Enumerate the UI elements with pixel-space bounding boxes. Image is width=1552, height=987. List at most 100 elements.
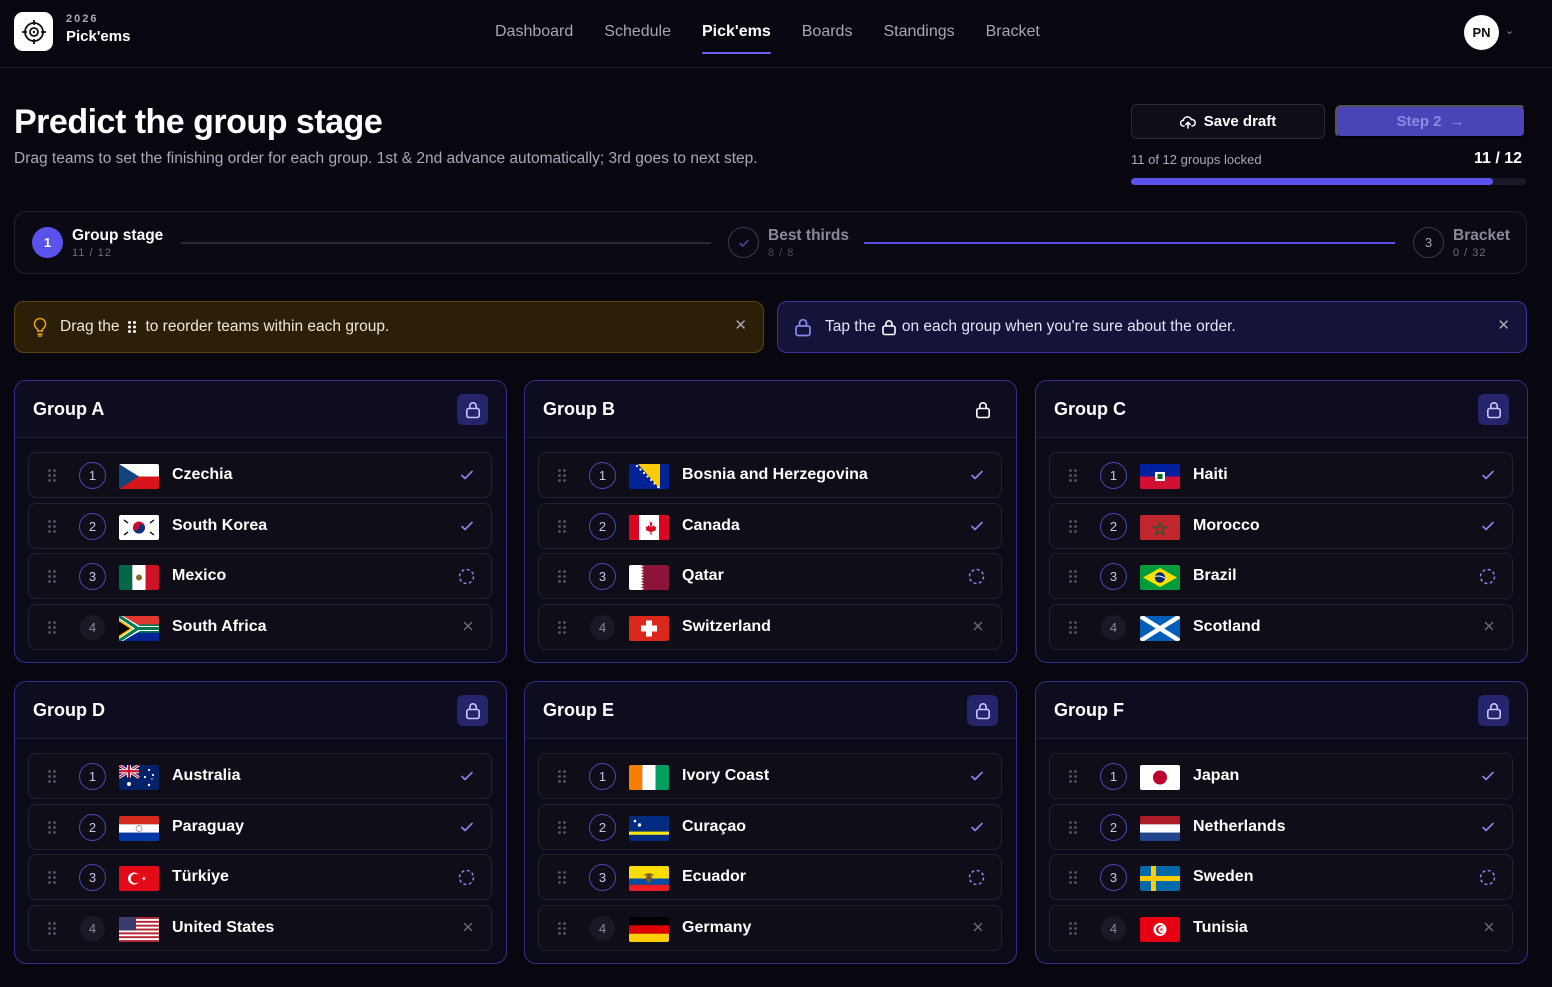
drag-handle[interactable] [557, 921, 567, 941]
drag-handle-icon[interactable] [557, 468, 567, 483]
drag-handle[interactable] [1068, 870, 1078, 890]
drag-handle-icon[interactable] [1068, 870, 1078, 885]
team-row[interactable]: 1 Bosnia and Herzegovina [538, 452, 1002, 498]
drag-handle-icon[interactable] [557, 620, 567, 635]
drag-handle-icon[interactable] [47, 620, 57, 635]
team-row[interactable]: 3 Mexico [28, 553, 492, 599]
team-row[interactable]: 3 Sweden [1049, 854, 1513, 900]
team-row[interactable]: 4 Scotland [1049, 603, 1513, 650]
drag-handle[interactable] [1068, 620, 1078, 640]
drag-handle-icon[interactable] [47, 769, 57, 784]
drag-handle-icon[interactable] [47, 870, 57, 885]
drag-handle-icon[interactable] [557, 921, 567, 936]
step-2-check[interactable] [728, 227, 759, 258]
team-row[interactable]: 4 Tunisia [1049, 904, 1513, 951]
team-row[interactable]: 3 Qatar [538, 553, 1002, 599]
drag-handle-icon[interactable] [47, 468, 57, 483]
nav-bracket[interactable]: Bracket [986, 0, 1040, 68]
drag-handle[interactable] [557, 820, 567, 840]
drag-handle-icon[interactable] [557, 820, 567, 835]
lock-group-button[interactable] [457, 695, 488, 726]
nav-dashboard[interactable]: Dashboard [495, 0, 573, 68]
team-row[interactable]: 1 Haiti [1049, 452, 1513, 498]
drag-handle-icon[interactable] [47, 519, 57, 534]
chevron-down-icon[interactable]: ⌄ [1505, 24, 1514, 37]
drag-handle-icon[interactable] [1068, 519, 1078, 534]
unlock-group-button[interactable] [967, 394, 998, 425]
team-row[interactable]: 4 United States [28, 904, 492, 951]
step-3-label[interactable]: Bracket [1453, 227, 1510, 245]
team-row[interactable]: 3 Türkiye [28, 854, 492, 900]
drag-handle[interactable] [47, 870, 57, 890]
step-connector-2 [864, 242, 1395, 244]
drag-handle-icon[interactable] [1068, 569, 1078, 584]
team-row[interactable]: 2 Curaçao [538, 803, 1002, 850]
team-row[interactable]: 4 Germany [538, 904, 1002, 951]
step-3-number[interactable]: 3 [1413, 227, 1444, 258]
team-row[interactable]: 3 Brazil [1049, 553, 1513, 599]
drag-handle[interactable] [557, 569, 567, 589]
nav-standings[interactable]: Standings [883, 0, 954, 68]
step-1-number[interactable]: 1 [32, 227, 63, 258]
drag-handle[interactable] [557, 468, 567, 488]
user-avatar[interactable]: PN [1464, 15, 1499, 50]
drag-handle-icon[interactable] [557, 870, 567, 885]
drag-handle[interactable] [557, 519, 567, 539]
drag-handle[interactable] [47, 569, 57, 589]
team-row[interactable]: 2 Canada [538, 502, 1002, 549]
drag-handle-icon[interactable] [557, 769, 567, 784]
nav-boards[interactable]: Boards [802, 0, 853, 68]
step-1-label[interactable]: Group stage [72, 227, 163, 245]
drag-handle-icon[interactable] [1068, 620, 1078, 635]
team-row[interactable]: 3 Ecuador [538, 854, 1002, 900]
drag-handle[interactable] [1068, 820, 1078, 840]
team-row[interactable]: 2 Morocco [1049, 502, 1513, 549]
drag-handle[interactable] [557, 620, 567, 640]
step-2-label[interactable]: Best thirds [768, 227, 849, 245]
drag-handle[interactable] [1068, 569, 1078, 589]
drag-handle-icon[interactable] [1068, 921, 1078, 936]
drag-handle[interactable] [47, 468, 57, 488]
team-row[interactable]: 2 South Korea [28, 502, 492, 549]
team-row[interactable]: 1 Ivory Coast [538, 753, 1002, 799]
app-logo[interactable] [14, 12, 53, 51]
drag-handle[interactable] [1068, 519, 1078, 539]
team-row[interactable]: 2 Paraguay [28, 803, 492, 850]
team-row[interactable]: 1 Czechia [28, 452, 492, 498]
save-draft-button[interactable]: Save draft [1131, 104, 1325, 139]
drag-handle-icon[interactable] [47, 569, 57, 584]
nav-pickems[interactable]: Pick'ems [702, 0, 771, 68]
drag-handle[interactable] [47, 620, 57, 640]
team-row[interactable]: 4 Switzerland [538, 603, 1002, 650]
drag-handle-icon[interactable] [557, 569, 567, 584]
drag-handle[interactable] [47, 519, 57, 539]
drag-handle-icon[interactable] [1068, 820, 1078, 835]
drag-handle[interactable] [47, 921, 57, 941]
drag-handle-icon[interactable] [47, 820, 57, 835]
close-icon[interactable]: ✕ [734, 316, 747, 334]
drag-handle-icon[interactable] [1068, 468, 1078, 483]
nav-schedule[interactable]: Schedule [604, 0, 671, 68]
close-icon[interactable]: ✕ [1497, 316, 1510, 334]
drag-handle-icon[interactable] [557, 519, 567, 534]
lock-group-button[interactable] [1478, 394, 1509, 425]
team-row[interactable]: 1 Japan [1049, 753, 1513, 799]
lock-group-button[interactable] [1478, 695, 1509, 726]
lock-icon [975, 702, 990, 719]
drag-handle[interactable] [557, 769, 567, 789]
drag-handle[interactable] [1068, 769, 1078, 789]
lock-group-button[interactable] [457, 394, 488, 425]
lock-group-button[interactable] [967, 695, 998, 726]
team-row[interactable]: 1 Australia [28, 753, 492, 799]
drag-handle-icon[interactable] [1068, 769, 1078, 784]
drag-handle[interactable] [47, 820, 57, 840]
team-row[interactable]: 4 South Africa [28, 603, 492, 650]
pending-circle-icon [458, 568, 475, 585]
drag-handle[interactable] [557, 870, 567, 890]
drag-handle[interactable] [1068, 468, 1078, 488]
drag-handle[interactable] [1068, 921, 1078, 941]
step-2-button[interactable]: Step 2 → [1335, 105, 1526, 138]
drag-handle[interactable] [47, 769, 57, 789]
team-row[interactable]: 2 Netherlands [1049, 803, 1513, 850]
drag-handle-icon[interactable] [47, 921, 57, 936]
